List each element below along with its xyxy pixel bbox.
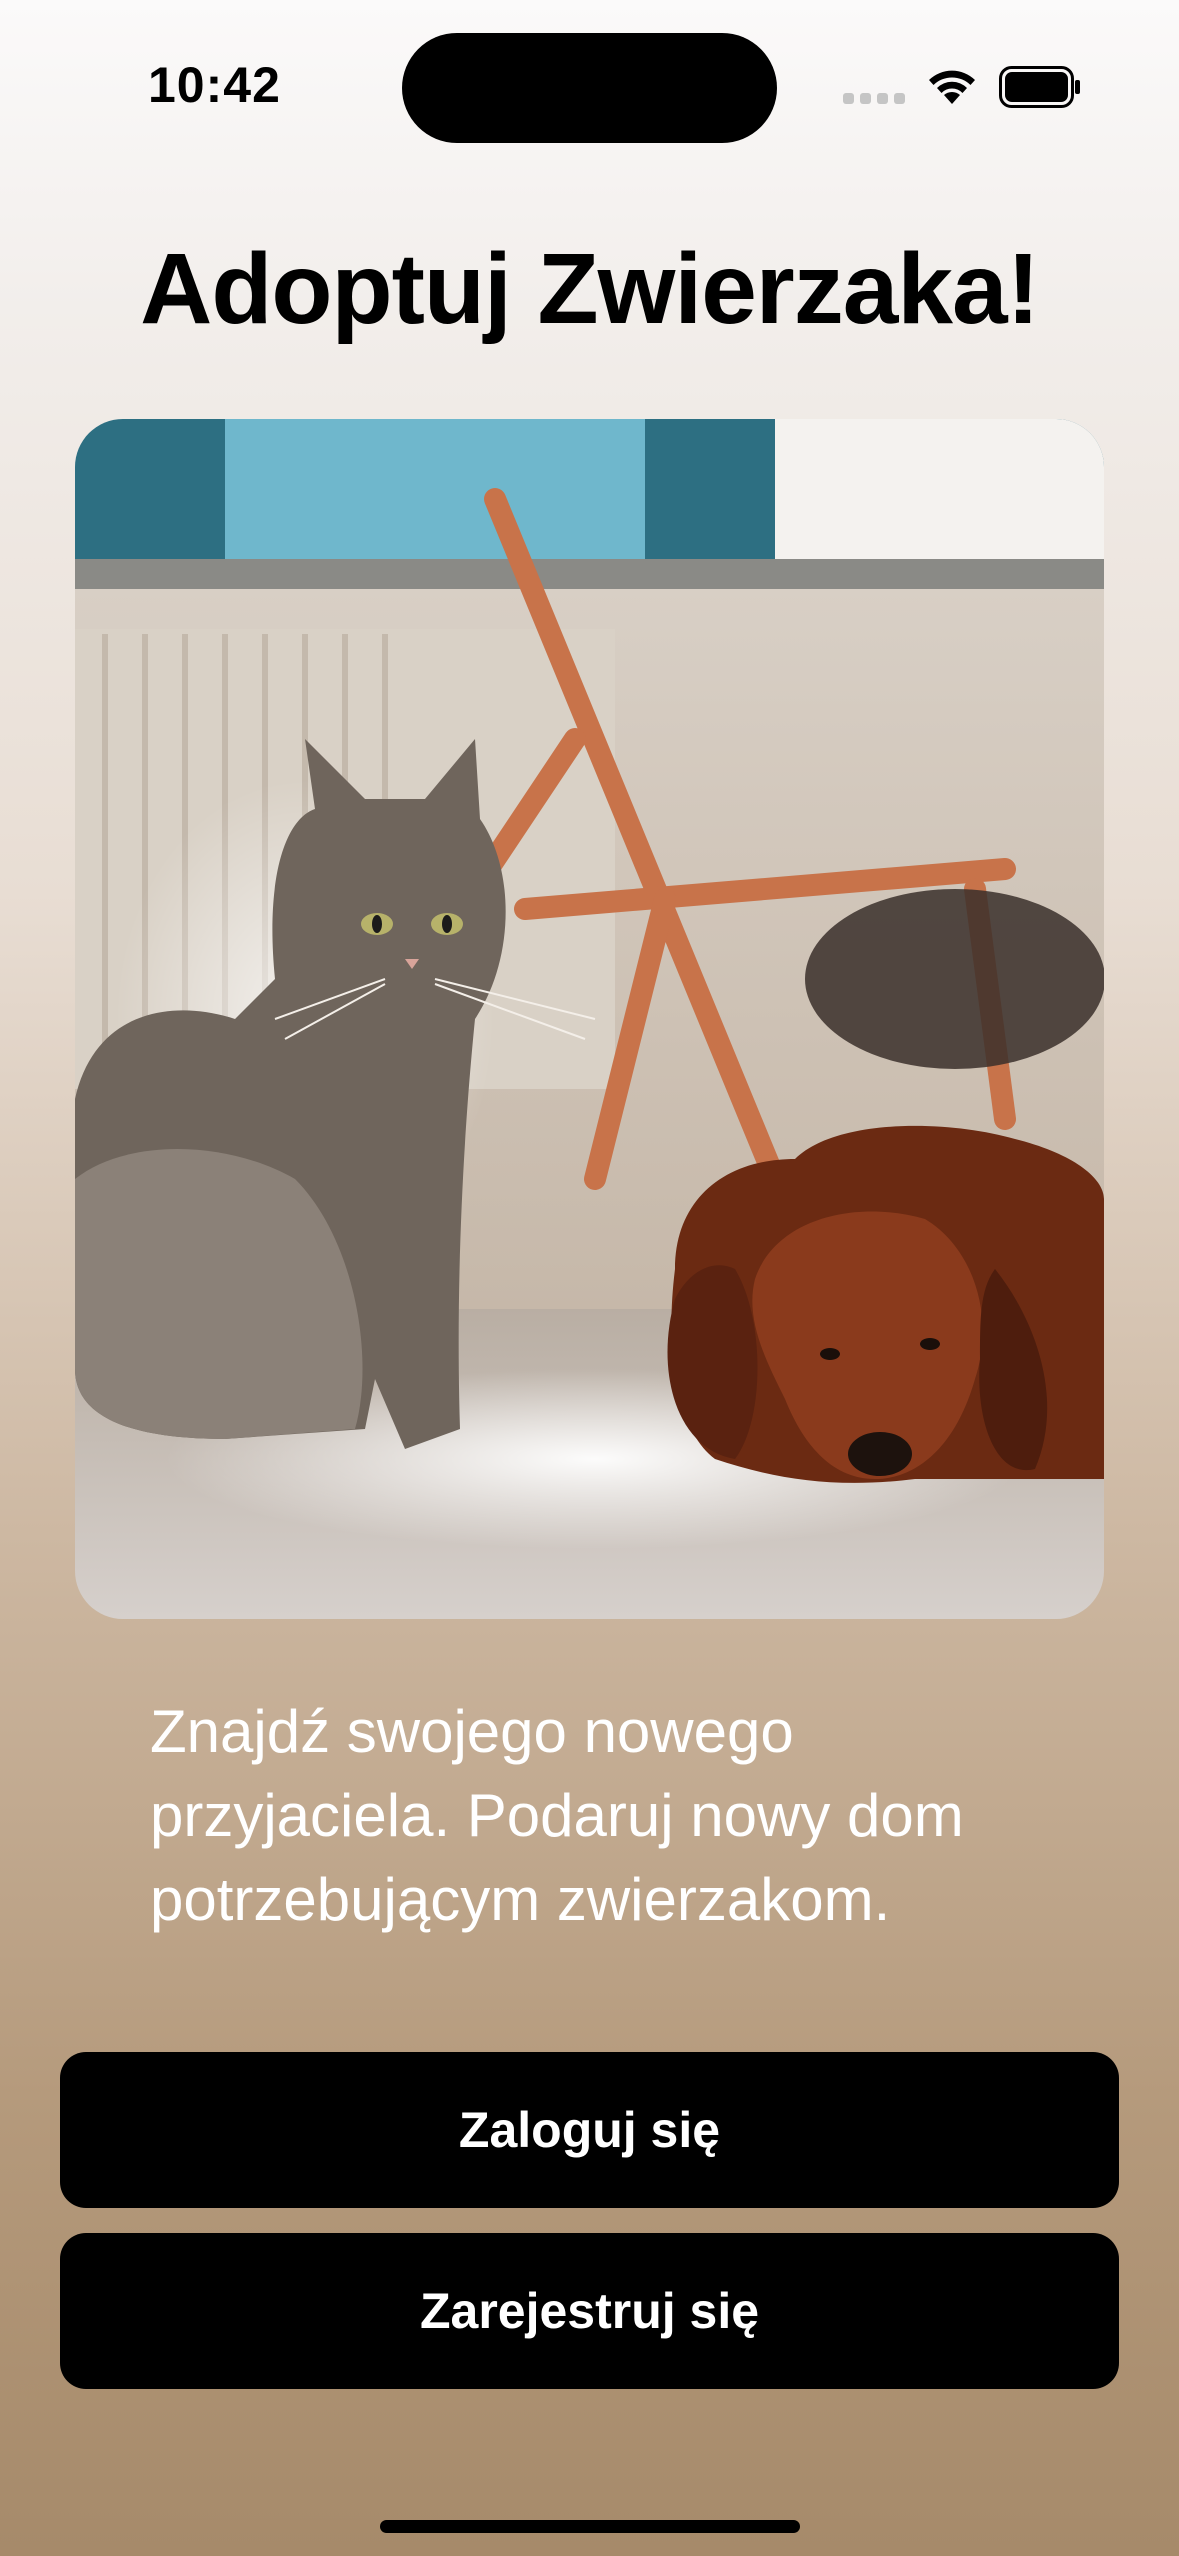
dynamic-island [402, 33, 777, 143]
status-time: 10:42 [148, 57, 281, 113]
welcome-screen: 10:42 Adoptuj Zwierzaka! Znajdź swojego … [0, 0, 1179, 2556]
battery-icon [999, 66, 1081, 108]
page-title: Adoptuj Zwierzaka! [140, 233, 1040, 345]
hero-photo [75, 419, 1104, 1619]
status-bar: 10:42 [0, 0, 1179, 160]
description-text: Znajdź swojego nowego przyjaciela. Podar… [150, 1698, 964, 1933]
cellular-signal-icon [843, 93, 905, 105]
home-indicator[interactable] [380, 2520, 800, 2533]
wifi-icon [926, 66, 978, 106]
login-button[interactable]: Zaloguj się [60, 2052, 1119, 2208]
register-button[interactable]: Zarejestruj się [60, 2233, 1119, 2389]
